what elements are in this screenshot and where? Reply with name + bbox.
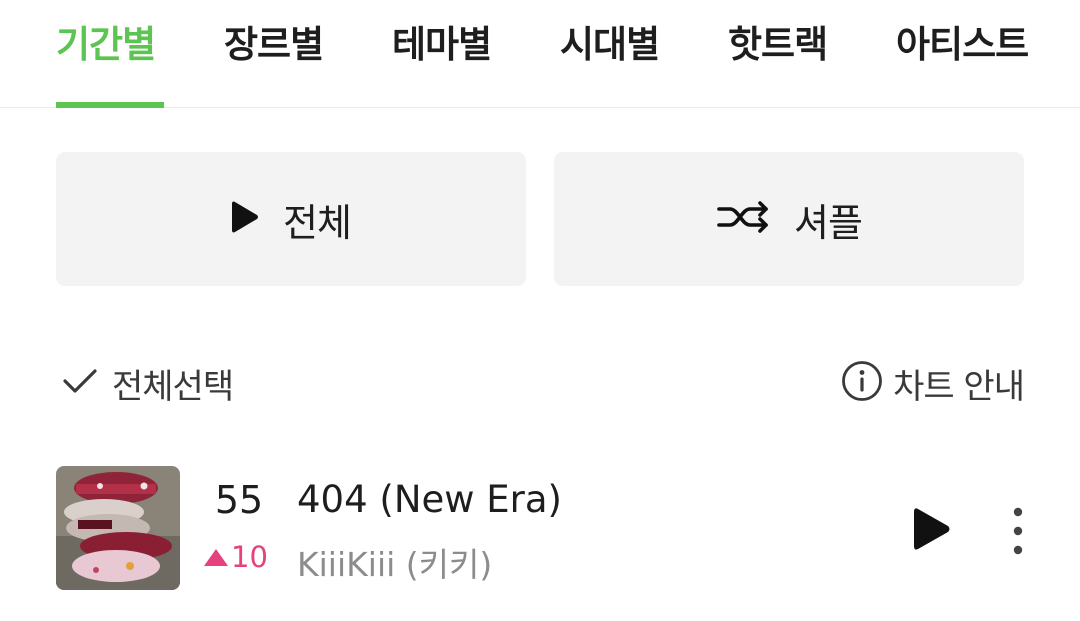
check-icon (62, 366, 98, 400)
tab-artist[interactable]: 아티스트 (896, 14, 1029, 68)
play-all-button[interactable]: 전체 (56, 152, 526, 286)
tab-period[interactable]: 기간별 (56, 14, 156, 68)
track-row[interactable]: 55 10 404 (New Era) KiiiKiii (키키) (0, 462, 1080, 594)
tab-genre[interactable]: 장르별 (224, 14, 324, 68)
select-all-label: 전체선택 (112, 366, 234, 407)
shuffle-button[interactable]: 셔플 (554, 152, 1024, 286)
shuffle-label: 셔플 (794, 200, 863, 245)
track-more-button[interactable] (1004, 506, 1032, 556)
play-icon (912, 508, 952, 556)
chart-guide-button[interactable]: 차트 안내 (841, 358, 1025, 408)
track-artist[interactable]: KiiiKiii (키키) (297, 538, 492, 586)
shuffle-icon (716, 199, 772, 239)
rank-up-icon (204, 548, 228, 566)
play-all-label: 전체 (283, 200, 352, 245)
select-all-toggle[interactable]: 전체선택 (62, 358, 234, 408)
tab-hot-track[interactable]: 핫트랙 (728, 14, 828, 68)
active-tab-indicator (56, 102, 164, 108)
track-title: 404 (New Era) (297, 478, 562, 521)
tab-theme[interactable]: 테마별 (392, 14, 492, 68)
info-icon (841, 360, 883, 406)
rank-change: 10 (204, 540, 268, 574)
album-cover[interactable] (56, 466, 180, 590)
play-icon (231, 199, 261, 239)
rank-change-value: 10 (231, 540, 268, 574)
chart-guide-label: 차트 안내 (893, 366, 1025, 407)
track-play-button[interactable] (912, 506, 952, 552)
tab-era[interactable]: 시대별 (560, 14, 660, 68)
track-rank: 55 (214, 478, 264, 522)
chart-category-tabs: 기간별 장르별 테마별 시대별 핫트랙 아티스트 (0, 0, 1080, 108)
more-vertical-icon (1004, 507, 1032, 560)
